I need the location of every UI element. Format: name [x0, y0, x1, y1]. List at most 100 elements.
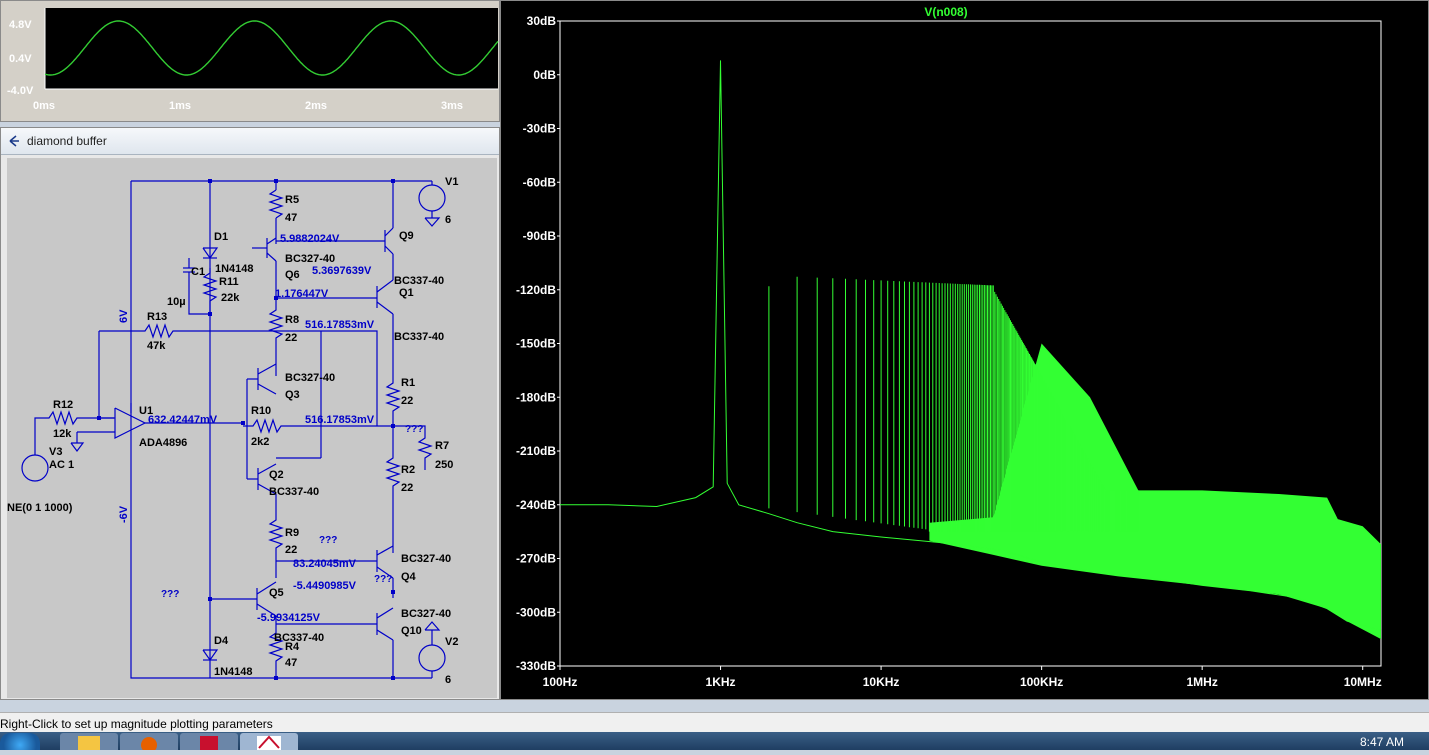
voltage-label: 516.17853mV: [305, 414, 375, 426]
voltage-label: 5.9882024V: [280, 233, 340, 245]
schematic-title: diamond buffer: [27, 134, 107, 148]
start-button[interactable]: [0, 733, 40, 750]
status-bar: Right-Click to set up magnitude plotting…: [0, 712, 1429, 733]
unknown-label: ???: [374, 574, 392, 585]
fft-y-label: -240dB: [516, 498, 556, 512]
label-R4-val: 47: [285, 657, 297, 669]
label-R13-val: 47k: [147, 340, 166, 352]
fft-y-label: 0dB: [533, 68, 556, 82]
fft-window[interactable]: V(n008) 30dB 0dB -30dB -60dB -90dB -120d…: [500, 0, 1429, 700]
label-R4: R4: [285, 641, 300, 653]
clock: 8:47 AM: [1360, 735, 1405, 749]
label-R13: R13: [147, 311, 167, 323]
label-Q2: Q2: [269, 469, 284, 481]
label-D1: D1: [214, 231, 228, 243]
fft-y-label: -300dB: [516, 605, 556, 619]
wave-x-label: 0ms: [33, 100, 55, 112]
wave-x-label: 2ms: [305, 100, 327, 112]
label-R10-val: 2k2: [251, 436, 269, 448]
voltage-label: 632.42447mV: [148, 414, 218, 426]
status-text: Right-Click to set up magnitude plotting…: [0, 717, 273, 731]
label-D4-val: 1N4148: [214, 666, 253, 678]
fft-y-label: -330dB: [516, 659, 556, 673]
label-Q3: Q3: [285, 389, 300, 401]
fft-x-label: 100KHz: [1020, 675, 1063, 689]
label-rail-pos: 6V: [118, 309, 130, 323]
label-R7: R7: [435, 440, 449, 452]
fft-x-label: 100Hz: [543, 675, 578, 689]
label-V1: V1: [445, 176, 458, 188]
label-C1: C1: [191, 266, 205, 278]
taskbar[interactable]: 8:47 AM: [0, 732, 1429, 753]
waveform-plot-area[interactable]: [45, 8, 498, 89]
label-R12: R12: [53, 399, 73, 411]
label-R10: R10: [251, 405, 271, 417]
label-Q1-val: BC337-40: [394, 275, 444, 287]
label-Q9: Q9: [399, 230, 414, 242]
unknown-label: ???: [161, 589, 179, 600]
fft-x-label: 1KHz: [706, 675, 736, 689]
fft-y-label: -270dB: [516, 552, 556, 566]
schematic-icon: [9, 135, 19, 147]
firefox-icon: [141, 737, 157, 753]
label-R8: R8: [285, 314, 299, 326]
label-V3-val: AC 1: [49, 459, 74, 471]
pdf-icon: [200, 736, 218, 750]
fft-y-label: -180dB: [516, 390, 556, 404]
label-D1-val: 1N4148: [215, 263, 254, 275]
voltage-label: 1.176447V: [275, 288, 329, 300]
label-R8-val: 22: [285, 332, 297, 344]
label-Q1: Q1: [399, 287, 414, 299]
unknown-label: ???: [405, 424, 423, 435]
fft-y-label: -60dB: [523, 175, 557, 189]
fft-x-label: 10KHz: [863, 675, 900, 689]
fft-plot[interactable]: V(n008) 30dB 0dB -30dB -60dB -90dB -120d…: [501, 1, 1428, 699]
fft-y-label: -90dB: [523, 229, 557, 243]
taskbar-ltspice-button[interactable]: [240, 733, 298, 750]
label-R11-val: 22k: [221, 292, 240, 304]
waveform-window[interactable]: 4.8V 0.4V -4.0V 0ms 1ms 2ms 3ms: [0, 0, 500, 122]
label-R2-val: 22: [401, 482, 413, 494]
voltage-label: -5.9934125V: [257, 612, 321, 624]
voltage-label: -5.4490985V: [293, 580, 357, 592]
schematic-canvas[interactable]: V1 6 V2 6 V3 AC 1 NE(0 1 1000) R5 47 D1 …: [7, 158, 497, 698]
wave-x-label: 1ms: [169, 100, 191, 112]
label-R9-val: 22: [285, 544, 297, 556]
taskbar-firefox-button[interactable]: [120, 733, 178, 753]
label-R11: R11: [219, 276, 239, 288]
wave-x-label: 3ms: [441, 100, 463, 112]
label-R12-val: 12k: [53, 428, 72, 440]
label-Q4: Q4: [401, 571, 417, 583]
label-Q1-val2: BC337-40: [394, 331, 444, 343]
taskbar-pdf-button[interactable]: [180, 733, 238, 750]
wave-y-label: 4.8V: [9, 19, 32, 31]
label-R1: R1: [401, 377, 415, 389]
voltage-label: 516.17853mV: [305, 319, 375, 331]
fft-y-label: -120dB: [516, 283, 556, 297]
schematic-window[interactable]: diamond buffer V1 6 V2 6 V3 AC 1 NE(0 1 …: [0, 127, 500, 700]
label-Q5-val: BC337-40: [274, 632, 324, 644]
taskbar-explorer-button[interactable]: [60, 733, 118, 750]
label-R5-val: 47: [285, 212, 297, 224]
waveform-plot[interactable]: 4.8V 0.4V -4.0V 0ms 1ms 2ms 3ms: [1, 1, 499, 121]
label-C1-val: 10µ: [167, 296, 186, 308]
schematic-title-bar[interactable]: diamond buffer: [1, 128, 499, 155]
wave-y-label: 0.4V: [9, 53, 32, 65]
fft-y-label: -150dB: [516, 337, 556, 351]
fft-x-label: 1MHz: [1186, 675, 1217, 689]
label-Q3-val: BC327-40: [285, 372, 335, 384]
label-rail-neg: -6V: [118, 505, 130, 523]
label-V2-val: 6: [445, 674, 451, 686]
label-V3: V3: [49, 446, 62, 458]
ltspice-icon: [257, 735, 281, 750]
label-Q5: Q5: [269, 587, 284, 599]
unknown-label: ???: [319, 535, 337, 546]
label-Q4-val: BC327-40: [401, 553, 451, 565]
label-V1-val: 6: [445, 214, 451, 226]
label-R9: R9: [285, 527, 299, 539]
fft-title: V(n008): [924, 5, 967, 19]
voltage-label: 5.3697639V: [312, 265, 372, 277]
label-R5: R5: [285, 194, 299, 206]
fft-y-label: 30dB: [527, 14, 557, 28]
label-D4: D4: [214, 635, 229, 647]
